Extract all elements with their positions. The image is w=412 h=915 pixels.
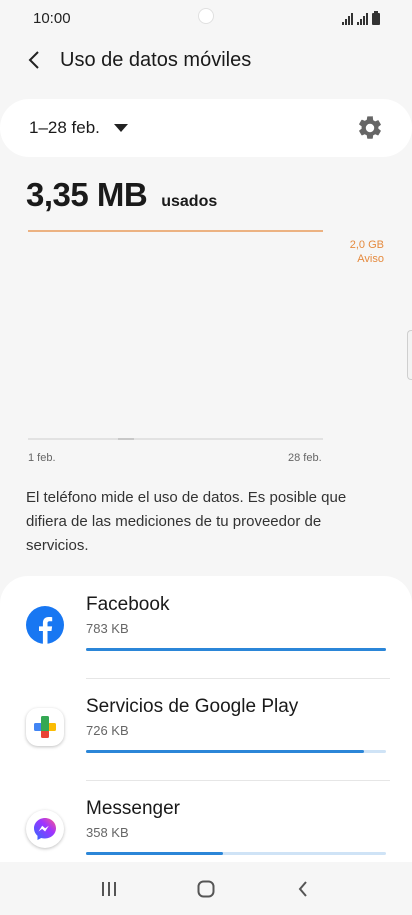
usage-bar (86, 750, 386, 753)
recent-apps-button[interactable] (89, 869, 129, 909)
dropdown-caret-icon (113, 124, 128, 132)
app-name: Servicios de Google Play (86, 696, 299, 717)
usage-unit: usados (161, 193, 218, 210)
usage-bar-fill (86, 852, 224, 855)
back-arrow-icon[interactable] (24, 50, 44, 70)
scroll-handle[interactable] (407, 330, 412, 380)
app-usage: 726 KB (86, 723, 129, 738)
signal-icon (342, 13, 353, 25)
gear-icon[interactable] (356, 114, 384, 142)
warning-limit-value: 2,0 GB (349, 239, 384, 251)
period-label: 1–28 feb. (29, 118, 100, 137)
warning-limit-text: Aviso (357, 253, 384, 265)
usage-bar-fill (86, 750, 365, 753)
app-row-messenger[interactable]: Messenger 358 KB (0, 780, 412, 862)
usage-bar (86, 648, 386, 651)
app-row-facebook[interactable]: Facebook 783 KB (0, 576, 412, 678)
app-row-google-play-services[interactable]: Servicios de Google Play 726 KB (0, 678, 412, 780)
google-play-services-icon (26, 708, 64, 746)
status-icons (342, 11, 380, 25)
status-time: 10:00 (33, 9, 71, 27)
app-name: Facebook (86, 594, 170, 615)
camera-cutout (198, 8, 214, 24)
usage-chart: 2,0 GB Aviso 1 feb. 28 feb. (0, 222, 412, 472)
page-title: Uso de datos móviles (60, 48, 252, 71)
app-bar: Uso de datos móviles (0, 36, 412, 84)
axis-start-label: 1 feb. (28, 452, 56, 464)
facebook-icon (26, 606, 64, 644)
warning-limit-label: 2,0 GB Aviso (350, 238, 384, 266)
messenger-icon (26, 810, 64, 848)
battery-icon (372, 11, 380, 25)
axis-end-label: 28 feb. (288, 452, 322, 464)
usage-bar (86, 852, 386, 855)
period-dropdown[interactable]: 1–28 feb. (29, 118, 128, 138)
app-usage: 783 KB (86, 621, 129, 636)
usage-bar-fill (86, 648, 386, 651)
back-button[interactable] (283, 869, 323, 909)
signal-icon-2 (357, 13, 368, 25)
navigation-bar (0, 862, 412, 915)
app-usage: 358 KB (86, 825, 129, 840)
measurement-note: El teléfono mide el uso de datos. Es pos… (26, 489, 347, 554)
usage-value: 3,35 MB (26, 176, 148, 213)
app-name: Messenger (86, 798, 180, 819)
period-card: 1–28 feb. (0, 99, 412, 157)
apps-list: Facebook 783 KB Servicios de Google Play… (0, 576, 412, 862)
usage-summary: 3,35 MB usados (26, 176, 217, 214)
home-button[interactable] (186, 869, 226, 909)
